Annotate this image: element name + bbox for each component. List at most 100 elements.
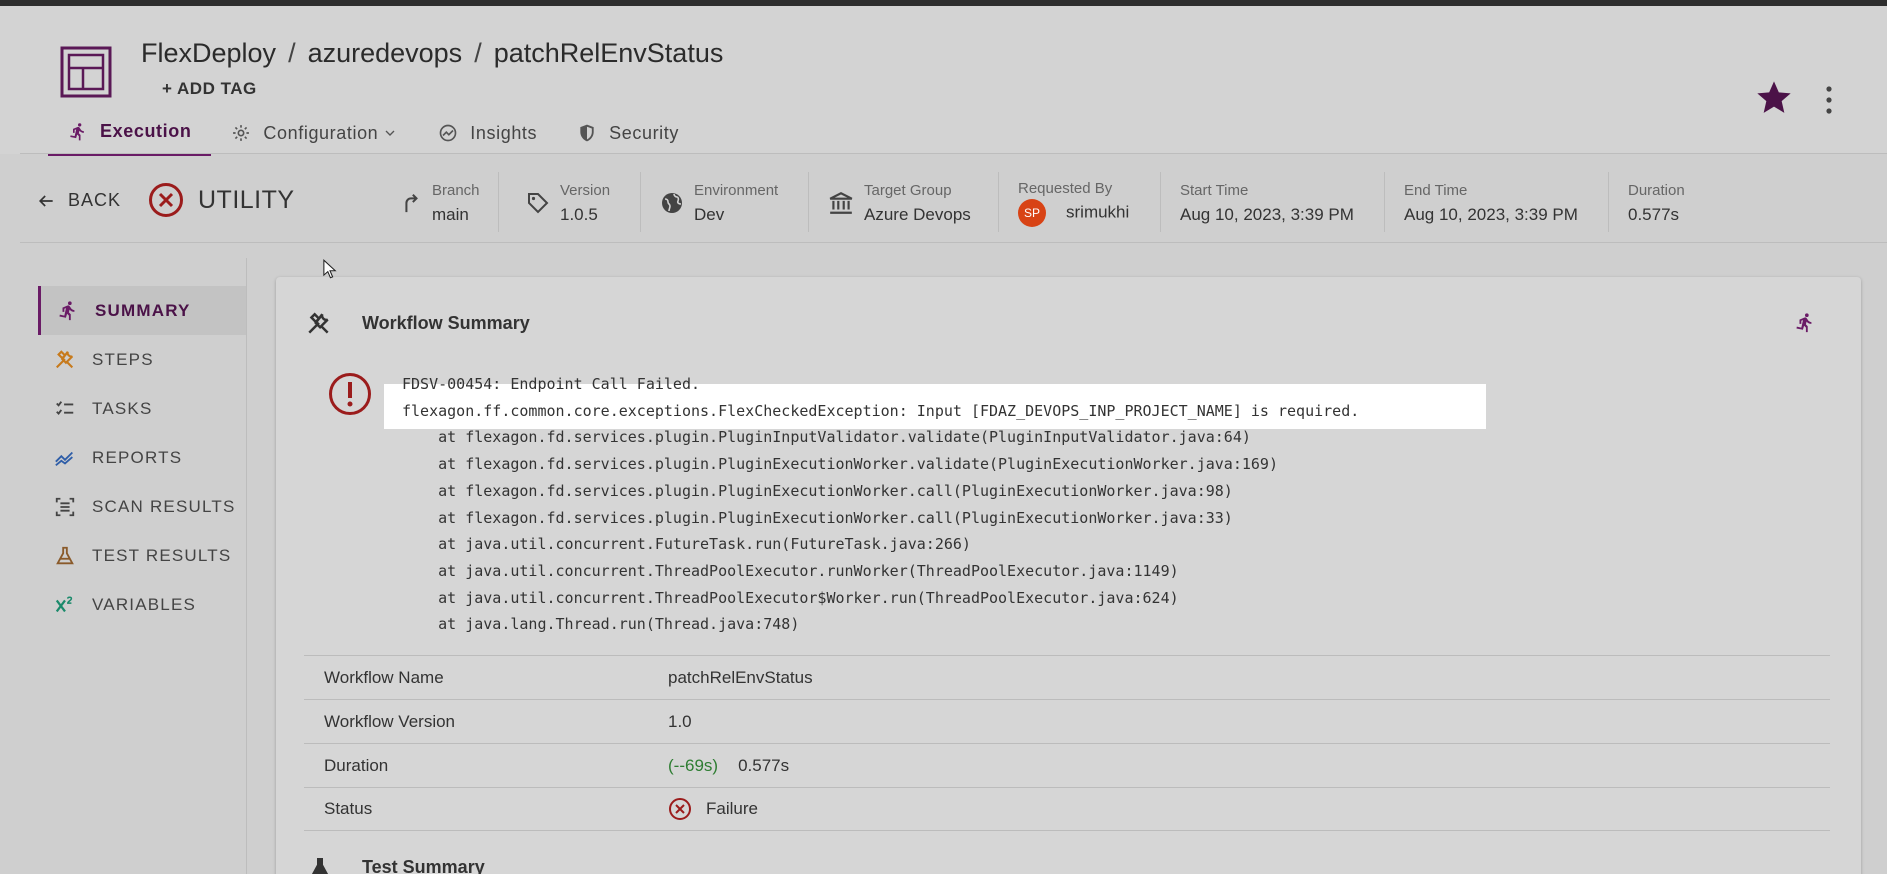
checklist-icon xyxy=(56,400,74,415)
workflow-summary-card: Workflow Summary FDSV-00454: Endpoint Ca… xyxy=(276,277,1861,874)
sidebar-item-reports[interactable]: REPORTS xyxy=(38,433,246,482)
breadcrumb-folder[interactable]: azuredevops xyxy=(308,38,463,68)
end-time-label: End Time xyxy=(1404,181,1468,199)
error-line: at flexagon.fd.services.plugin.PluginExe… xyxy=(402,508,1233,527)
breadcrumb-current: patchRelEnvStatus xyxy=(493,38,724,68)
sidebar-item-tasks[interactable]: TASKS xyxy=(38,384,246,433)
run-icon xyxy=(59,300,75,320)
status-value: Failure xyxy=(706,799,758,818)
execution-info-bar: BACK UTILITY Branch main Version 1.0.5 Env… xyxy=(20,166,1887,240)
breadcrumb-root[interactable]: FlexDeploy xyxy=(141,38,276,68)
error-line: at java.util.concurrent.ThreadPoolExecut… xyxy=(402,588,1179,607)
duration-trend: (--69s) xyxy=(668,755,719,775)
favorite-star-icon[interactable] xyxy=(1754,78,1794,118)
info-divider xyxy=(1608,172,1609,232)
end-time-info: End Time Aug 10, 2023, 3:39 PM xyxy=(1404,176,1578,230)
info-divider xyxy=(808,172,809,232)
sidebar-item-label: TASKS xyxy=(92,398,153,418)
version-value: 1.0.5 xyxy=(560,204,598,224)
error-line: at flexagon.fd.services.plugin.PluginExe… xyxy=(402,481,1233,500)
environment-label: Environment xyxy=(694,181,779,199)
back-label: BACK xyxy=(68,190,122,210)
error-line: at java.lang.Thread.run(Thread.java:748) xyxy=(402,615,800,634)
breadcrumb-separator: / xyxy=(474,38,482,68)
sidebar-item-steps[interactable]: STEPS xyxy=(38,335,246,384)
tabs-divider xyxy=(20,153,1887,154)
target-group-value: Azure Devops xyxy=(864,204,971,224)
requested-by-info: Requested By SP srimukhi xyxy=(1018,176,1129,230)
avatar: SP xyxy=(1018,198,1046,227)
arrow-left-icon xyxy=(38,194,53,207)
flask-icon xyxy=(311,858,329,874)
sidebar-item-label: STEPS xyxy=(92,349,154,369)
branch-info: Branch main xyxy=(400,176,480,230)
duration-value: 0.577s xyxy=(738,755,790,775)
insights-icon xyxy=(439,124,457,142)
info-divider xyxy=(1160,172,1161,232)
gear-icon xyxy=(233,125,250,141)
back-button[interactable]: BACK xyxy=(36,190,121,211)
tab-label: Configuration xyxy=(263,122,379,143)
environment-value: Dev xyxy=(694,204,725,224)
info-divider xyxy=(998,172,999,232)
chevron-down-icon xyxy=(385,130,395,136)
table-row: Status Failure xyxy=(304,787,1830,831)
row-key: Duration xyxy=(324,755,389,775)
duration-value: 0.577s xyxy=(1628,204,1680,224)
row-key: Status xyxy=(324,799,373,818)
sidebar-item-label: REPORTS xyxy=(92,447,183,467)
tab-execution[interactable]: Execution xyxy=(48,110,212,156)
trend-icon xyxy=(55,451,73,466)
add-tag-button[interactable]: + ADD TAG xyxy=(162,79,257,99)
summary-table: Workflow Name patchRelEnvStatus Workflow… xyxy=(304,655,1830,831)
start-time-info: Start Time Aug 10, 2023, 3:39 PM xyxy=(1180,176,1354,230)
requested-by-label: Requested By xyxy=(1018,179,1113,197)
duration-label: Duration xyxy=(1628,181,1685,199)
sidebar-item-variables[interactable]: VARIABLES xyxy=(38,580,246,629)
execution-type-label: UTILITY xyxy=(198,185,295,214)
project-logo-icon xyxy=(60,46,112,98)
tag-icon xyxy=(528,193,549,214)
run-icon xyxy=(70,122,84,140)
breadcrumb-separator: / xyxy=(288,38,296,68)
sidebar-item-label: TEST RESULTS xyxy=(92,545,232,565)
table-row: Workflow Version 1.0 xyxy=(304,699,1830,743)
bank-icon xyxy=(829,192,853,214)
breadcrumb: FlexDeploy / azuredevops / patchRelEnvStatus xyxy=(141,38,723,69)
sidebar-item-label: SUMMARY xyxy=(95,300,191,320)
workflow-version-value: 1.0 xyxy=(668,711,692,731)
table-row: Workflow Name patchRelEnvStatus xyxy=(304,655,1830,699)
sidebar-item-test-results[interactable]: TEST RESULTS xyxy=(38,531,246,580)
error-line: at java.util.concurrent.FutureTask.run(F… xyxy=(402,535,971,554)
duration-cell: (--69s) 0.577s xyxy=(668,756,789,776)
sidebar-item-summary[interactable]: SUMMARY xyxy=(38,286,246,335)
more-options-icon[interactable] xyxy=(1819,83,1839,117)
row-key: Workflow Version xyxy=(324,711,456,731)
start-time-value: Aug 10, 2023, 3:39 PM xyxy=(1180,204,1354,224)
error-line: FDSV-00454: Endpoint Call Failed. xyxy=(402,375,701,393)
target-group-label: Target Group xyxy=(864,181,952,199)
sidebar-item-scan-results[interactable]: SCAN RESULTS xyxy=(38,482,246,531)
failed-status-icon xyxy=(149,183,183,217)
failure-icon xyxy=(669,798,691,820)
project-header: FlexDeploy / azuredevops / patchRelEnvStatus… xyxy=(0,6,1887,156)
tools-icon xyxy=(308,312,329,334)
tab-insights[interactable]: Insights xyxy=(418,110,557,156)
error-icon xyxy=(329,373,371,415)
project-tabs: Execution Configuration Insights Securit… xyxy=(48,110,699,158)
test-summary-title: Test Summary xyxy=(362,857,485,874)
info-divider-line xyxy=(20,242,1887,243)
tab-configuration[interactable]: Configuration xyxy=(211,110,418,156)
run-icon[interactable] xyxy=(1794,312,1816,334)
row-key: Workflow Name xyxy=(324,667,444,687)
branch-value: main xyxy=(432,204,469,224)
start-time-label: Start Time xyxy=(1180,181,1249,199)
error-message: FDSV-00454: Endpoint Call Failed. flexago… xyxy=(402,371,1359,638)
workflow-summary-title: Workflow Summary xyxy=(362,313,530,333)
error-line: at flexagon.fd.services.plugin.PluginExe… xyxy=(402,455,1278,474)
sidebar-item-label: SCAN RESULTS xyxy=(92,496,236,516)
error-line: at java.util.concurrent.ThreadPoolExecut… xyxy=(402,561,1179,580)
tab-security[interactable]: Security xyxy=(557,110,699,156)
scan-icon xyxy=(55,497,75,516)
execution-type: UTILITY xyxy=(148,182,295,218)
